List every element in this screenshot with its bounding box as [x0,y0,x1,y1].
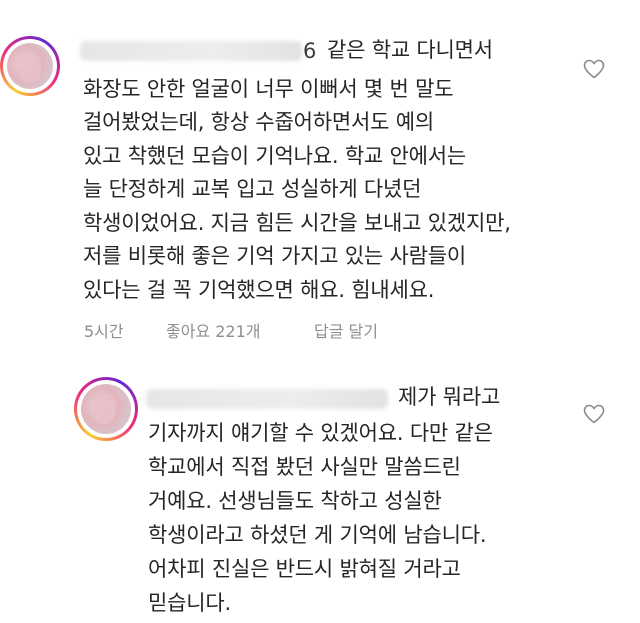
comment-item: 제가 뭐라고 기자까지 얘기할 수 있겠어요. 다만 같은 학교에서 직접 봤던… [0,355,640,623]
comment-time: 5시간 [84,322,124,341]
heart-outline-icon[interactable] [582,57,606,81]
comment-text-line: 어차피 진실은 반드시 밝혀질 거라고 [148,557,461,581]
comment-text-line: 기자까지 얘기할 수 있겠어요. 다만 같은 [148,421,493,445]
reply-label[interactable]: 답글 달기 [314,322,378,341]
likes-count[interactable]: 좋아요 221개 [166,322,261,341]
avatar-image [7,43,53,89]
avatar[interactable] [0,36,60,96]
comment-text-line: 저를 비롯해 좋은 기억 가지고 있는 사람들이 [83,244,467,268]
username-redacted[interactable] [80,41,302,61]
comment-text-line: 있고 착했던 모습이 기억나요. 학교 안에서는 [83,144,467,168]
comment-text-line: 학교에서 직접 봤던 사실만 말씀드린 [148,455,461,479]
avatar-image [81,384,131,434]
avatar-border [77,380,135,438]
comment-text-line: 늘 단정하게 교복 입고 성실하게 다녔던 [83,177,422,201]
comment-text-line: 거예요. 선생님들도 착하고 성실한 [148,489,442,513]
username-redacted[interactable] [146,389,388,409]
comment-text-line: 화장도 안한 얼굴이 너무 이뻐서 몇 번 말도 [83,77,454,101]
comment-text-line: 같은 학교 다니면서 [327,38,493,62]
comment-item: 6 같은 학교 다니면서 화장도 안한 얼굴이 너무 이뻐서 몇 번 말도 걸어… [0,0,640,355]
username-suffix: 6 [303,39,317,63]
comment-text-line: 믿습니다. [148,591,231,615]
comment-likes[interactable]: 좋아요 221개 [166,318,261,342]
avatar[interactable] [74,377,138,441]
comment-text-line: 있다는 걸 꼭 기억했으면 해요. 힘내세요. [83,278,435,302]
heart-outline-icon[interactable] [582,402,606,426]
comment-meta: 5시간 [84,318,124,342]
comment-text-line: 제가 뭐라고 [398,385,501,409]
comment-text-line: 학생이라고 하셨던 게 기억에 남습니다. [148,523,487,547]
avatar-border [3,39,57,93]
comment-text-line: 학생이었어요. 지금 힘든 시간을 보내고 있겠지만, [83,211,511,235]
comment-text-line: 걸어봤었는데, 항상 수줍어하면서도 예의 [83,110,434,134]
reply-button[interactable]: 답글 달기 [314,318,378,342]
